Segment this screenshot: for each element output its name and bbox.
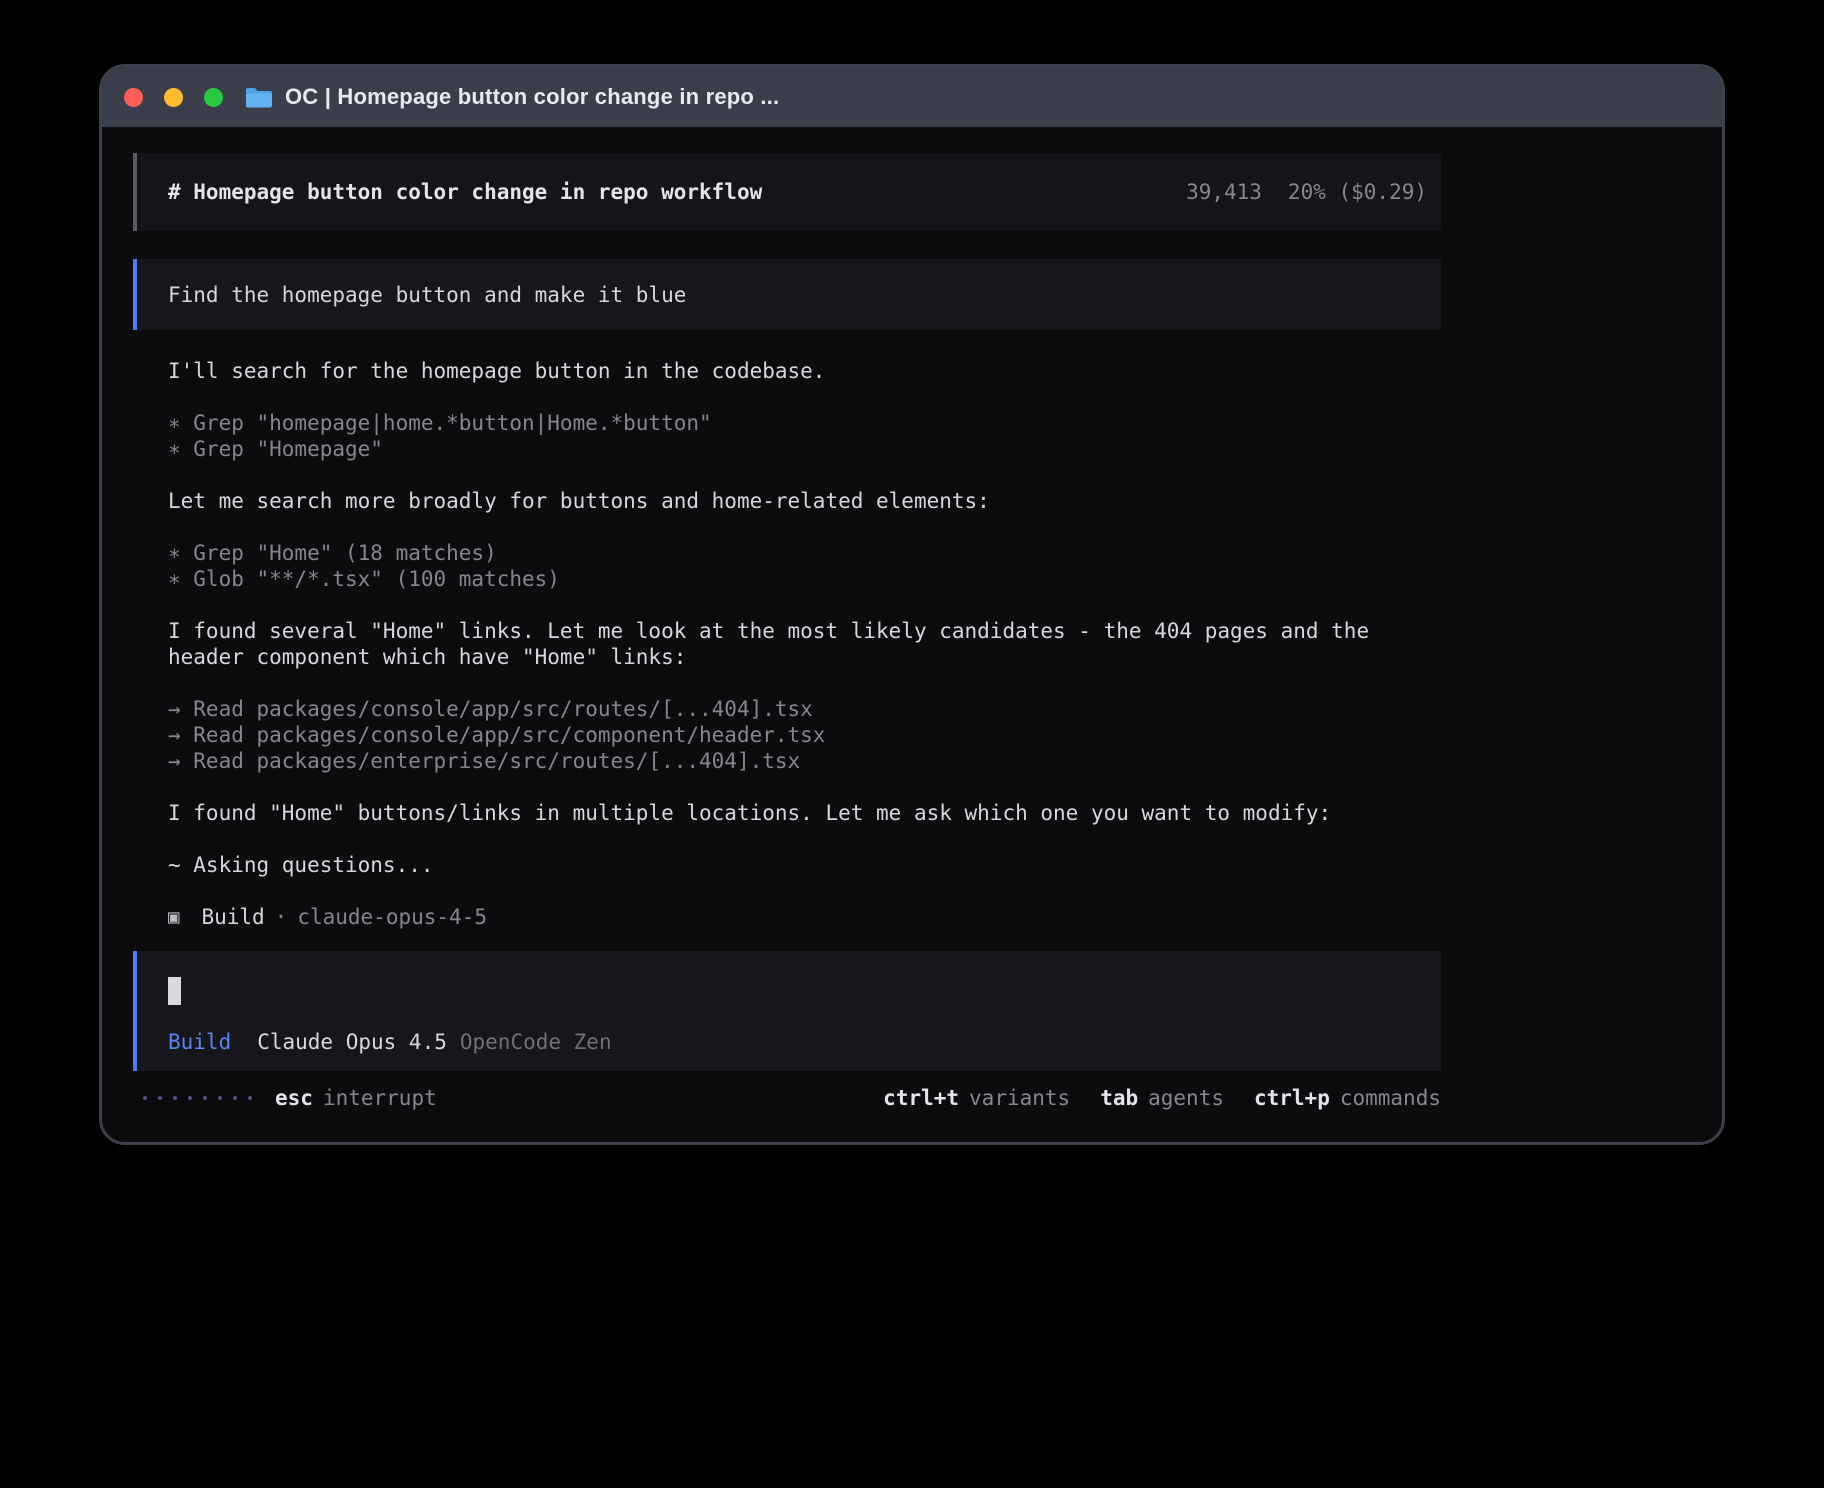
folder-icon [245, 86, 273, 109]
shortcut-label: agents [1148, 1085, 1224, 1111]
user-message-text: Find the homepage button and make it blu… [168, 282, 686, 308]
token-count: 39,413 [1186, 180, 1262, 204]
agent-name: Build [201, 904, 264, 930]
shortcut-label: variants [969, 1085, 1070, 1111]
shortcut-agents: tab agents [1100, 1085, 1224, 1111]
tool-call-line: ∗ Glob "**/*.tsx" (100 matches) [168, 566, 1441, 592]
status-bar: esc interrupt ctrl+t variants tab agents… [133, 1085, 1441, 1111]
tool-call-group: → Read packages/console/app/src/routes/[… [168, 696, 1441, 774]
tool-call-line: → Read packages/enterprise/src/routes/[.… [168, 748, 1441, 774]
input-agent-label[interactable]: Build [168, 1029, 231, 1055]
shortcut-key: ctrl+p [1254, 1085, 1330, 1111]
session-header: # Homepage button color change in repo w… [133, 153, 1441, 231]
transcript-line: Let me search more broadly for buttons a… [168, 488, 1441, 514]
shortcut-variants: ctrl+t variants [883, 1085, 1070, 1111]
transcript-line: header component which have "Home" links… [168, 644, 1441, 670]
session-content: # Homepage button color change in repo w… [133, 127, 1441, 1111]
traffic-lights [124, 88, 223, 107]
tool-call-line: ∗ Grep "Homepage" [168, 436, 1441, 462]
terminal-window: OC | Homepage button color change in rep… [99, 64, 1725, 1145]
agent-status-row: ▣ Build · claude-opus-4-5 [133, 904, 1441, 930]
assistant-transcript: I'll search for the homepage button in t… [133, 358, 1441, 878]
prompt-input[interactable]: Build Claude Opus 4.5 OpenCode Zen [133, 951, 1441, 1071]
working-status-line: ~ Asking questions... [168, 852, 1441, 878]
input-model-label[interactable]: Claude Opus 4.5 [257, 1029, 447, 1055]
working-status: ~ Asking questions... [168, 852, 1441, 878]
agent-model: claude-opus-4-5 [297, 904, 487, 930]
tool-call-line: → Read packages/console/app/src/routes/[… [168, 696, 1441, 722]
zoom-window-button[interactable] [204, 88, 223, 107]
transcript-line: I found several "Home" links. Let me loo… [168, 618, 1441, 644]
progress-dots-icon [143, 1096, 252, 1100]
window-titlebar: OC | Homepage button color change in rep… [102, 67, 1722, 127]
shortcut-key: tab [1100, 1085, 1138, 1111]
tool-call-group: ∗ Grep "homepage|home.*button|Home.*butt… [168, 410, 1441, 462]
input-model-row: Build Claude Opus 4.5 OpenCode Zen [168, 1029, 1441, 1055]
text-cursor [168, 977, 181, 1005]
status-bar-right: ctrl+t variants tab agents ctrl+p comman… [853, 1085, 1441, 1111]
status-bar-left: esc interrupt [133, 1085, 437, 1111]
session-stats: 39,413 20% ($0.29) [1186, 179, 1427, 205]
input-provider-label: OpenCode Zen [460, 1029, 612, 1055]
user-message: Find the homepage button and make it blu… [133, 259, 1441, 330]
close-window-button[interactable] [124, 88, 143, 107]
window-title: OC | Homepage button color change in rep… [285, 84, 779, 110]
transcript-line: I found "Home" buttons/links in multiple… [168, 800, 1441, 826]
assistant-paragraph: I'll search for the homepage button in t… [168, 358, 1441, 384]
agent-separator: · [275, 904, 288, 930]
context-usage-cost: 20% ($0.29) [1288, 180, 1427, 204]
minimize-window-button[interactable] [164, 88, 183, 107]
interrupt-key: esc [275, 1085, 313, 1111]
shortcut-commands: ctrl+p commands [1254, 1085, 1441, 1111]
agent-icon: ▣ [168, 904, 179, 930]
session-title: # Homepage button color change in repo w… [168, 179, 762, 205]
assistant-paragraph: I found several "Home" links. Let me loo… [168, 618, 1441, 670]
assistant-paragraph: Let me search more broadly for buttons a… [168, 488, 1441, 514]
tool-call-line: ∗ Grep "homepage|home.*button|Home.*butt… [168, 410, 1441, 436]
interrupt-label: interrupt [323, 1085, 437, 1111]
assistant-paragraph: I found "Home" buttons/links in multiple… [168, 800, 1441, 826]
tool-call-line: ∗ Grep "Home" (18 matches) [168, 540, 1441, 566]
shortcut-label: commands [1340, 1085, 1441, 1111]
shortcut-key: ctrl+t [883, 1085, 959, 1111]
tool-call-line: → Read packages/console/app/src/componen… [168, 722, 1441, 748]
tool-call-group: ∗ Grep "Home" (18 matches) ∗ Glob "**/*.… [168, 540, 1441, 592]
transcript-line: I'll search for the homepage button in t… [168, 358, 1441, 384]
